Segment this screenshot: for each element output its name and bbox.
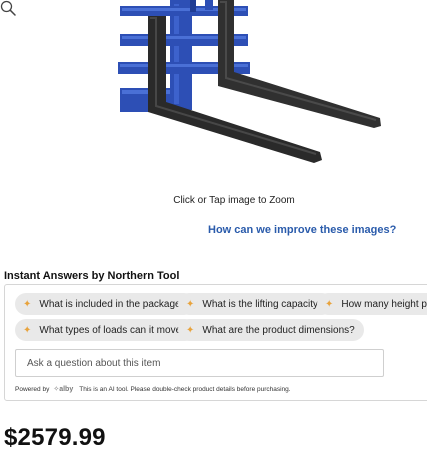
sparkle-icon: ✦: [325, 298, 334, 310]
instant-answers-heading: Instant Answers by Northern Tool: [4, 270, 180, 282]
sparkle-icon: ✦: [186, 298, 195, 310]
zoom-hint: Click or Tap image to Zoom: [173, 195, 295, 206]
alby-brand: alby: [59, 386, 74, 393]
sparkle-icon: ✦: [186, 324, 195, 336]
suggestion-label: What types of loads can it move?: [39, 324, 187, 336]
pallet-fork-illustration: [118, 0, 381, 163]
suggestion-label: What is included in the package?: [39, 298, 187, 310]
zoom-icon[interactable]: [0, 0, 16, 16]
ask-question-input[interactable]: [15, 349, 384, 377]
sparkle-icon: ✦: [23, 298, 32, 310]
suggestion-chip[interactable]: ✦ What types of loads can it move?: [15, 319, 196, 341]
ai-disclaimer: This is an AI tool. Please double-check …: [79, 385, 291, 393]
instant-answers-panel: ✦ What is included in the package? ✦ Wha…: [4, 284, 427, 401]
powered-by-footer: Powered by ✧alby This is an AI tool. Ple…: [15, 385, 291, 394]
suggestion-chip[interactable]: ✦ How many height positions: [317, 293, 427, 315]
suggestion-label: How many height positions: [341, 298, 427, 310]
suggestion-chip[interactable]: ✦ What is included in the package?: [15, 293, 196, 315]
product-image[interactable]: [0, 0, 427, 190]
powered-by-label: Powered by: [15, 385, 50, 393]
suggestion-label: What are the product dimensions?: [202, 324, 355, 336]
improve-images-link[interactable]: How can we improve these images?: [208, 224, 396, 236]
sparkle-icon: ✦: [23, 324, 32, 336]
suggestion-chip[interactable]: ✦ What are the product dimensions?: [178, 319, 364, 341]
product-price: $2579.99: [4, 424, 106, 451]
alby-logo[interactable]: ✧alby: [53, 385, 73, 393]
suggestion-chip[interactable]: ✦ What is the lifting capacity?: [178, 293, 333, 315]
suggestion-label: What is the lifting capacity?: [202, 298, 324, 310]
